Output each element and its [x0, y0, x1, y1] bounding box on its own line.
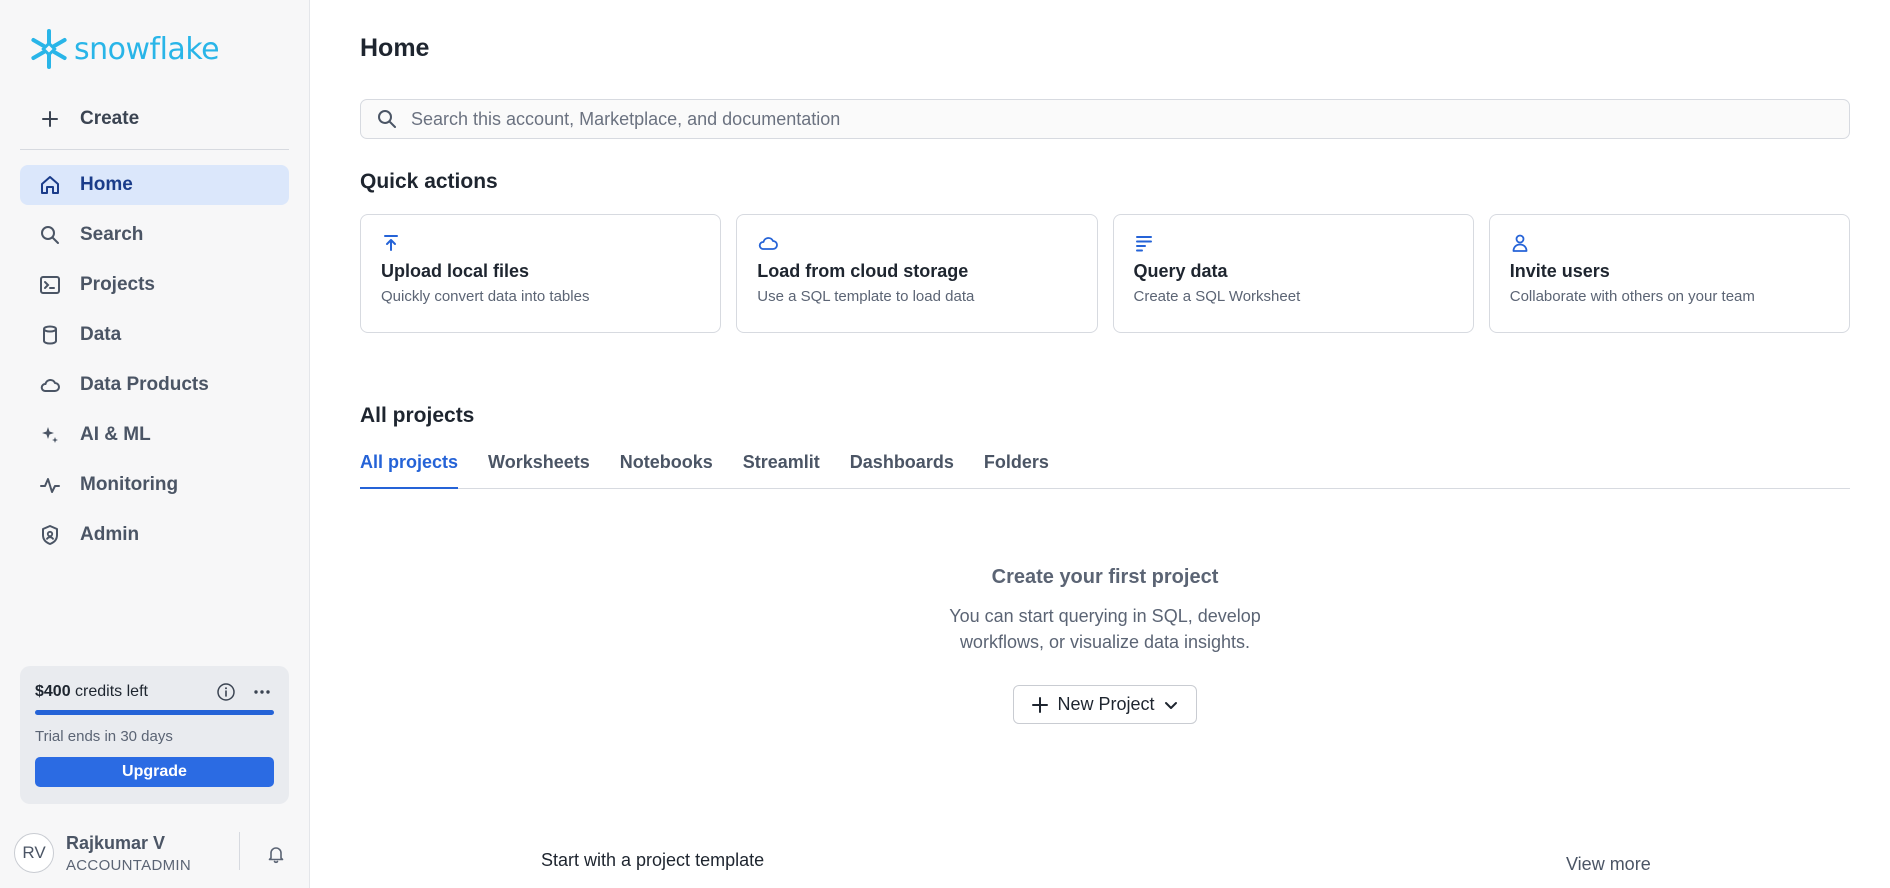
create-label: Create	[80, 108, 140, 129]
database-icon	[38, 323, 62, 347]
quick-action-title: Upload local files	[381, 261, 530, 281]
sidebar-item-label: Data	[80, 324, 122, 345]
page-title: Home	[360, 34, 430, 62]
sidebar: snowflake Create Home Search Projects Da…	[0, 0, 310, 888]
sidebar-item-monitoring[interactable]: Monitoring	[20, 465, 289, 505]
create-button[interactable]: Create	[20, 100, 289, 138]
sparkle-icon	[38, 423, 62, 447]
quick-actions-title: Quick actions	[360, 170, 498, 193]
user-divider	[239, 832, 240, 870]
cloud-icon	[757, 233, 1076, 255]
credits-progress-bar	[35, 710, 274, 715]
view-more-link[interactable]: View more	[1566, 854, 1651, 875]
sidebar-item-projects[interactable]: Projects	[20, 265, 289, 305]
info-icon[interactable]	[214, 680, 238, 704]
quick-action-subtitle: Use a SQL template to load data	[757, 288, 975, 305]
tab-folders[interactable]: Folders	[984, 452, 1049, 489]
bell-icon[interactable]	[264, 842, 288, 866]
quick-actions: Upload local files Quickly convert data …	[360, 214, 1850, 333]
quick-action-subtitle: Collaborate with others on your team	[1509, 288, 1755, 305]
trial-text: Trial ends in 30 days	[35, 728, 173, 745]
upload-icon	[381, 233, 700, 255]
tab-dashboards[interactable]: Dashboards	[850, 452, 954, 489]
project-tabs: All projects Worksheets Notebooks Stream…	[360, 452, 1850, 489]
user-profile: RV Rajkumar V ACCOUNTADMIN	[14, 828, 296, 878]
snowflake-icon	[28, 28, 70, 70]
terminal-icon	[38, 273, 62, 297]
template-section-title: Start with a project template	[541, 850, 765, 870]
quick-action-query-data[interactable]: Query data Create a SQL Worksheet	[1112, 214, 1474, 333]
credits-suffix: credits left	[70, 683, 148, 700]
search-input[interactable]	[411, 108, 1811, 130]
quick-action-title: Query data	[1133, 261, 1228, 281]
sidebar-item-search[interactable]: Search	[20, 215, 289, 255]
quick-action-invite-users[interactable]: Invite users Collaborate with others on …	[1488, 214, 1850, 333]
brand-name: snowflake	[74, 31, 220, 67]
quick-action-cloud-storage[interactable]: Load from cloud storage Use a SQL templa…	[736, 214, 1098, 333]
quick-action-subtitle: Quickly convert data into tables	[381, 288, 590, 305]
new-project-label: New Project	[1057, 694, 1155, 714]
tab-all-projects[interactable]: All projects	[360, 452, 459, 489]
tab-notebooks[interactable]: Notebooks	[620, 452, 713, 489]
quick-action-title: Invite users	[1509, 261, 1610, 281]
lines-icon	[1134, 233, 1453, 255]
search-icon	[38, 223, 62, 247]
plus-icon	[38, 107, 62, 131]
sidebar-divider	[20, 149, 289, 150]
sidebar-item-data[interactable]: Data	[20, 315, 289, 355]
sidebar-item-label: Search	[80, 224, 144, 245]
user-icon	[1510, 233, 1829, 255]
more-options-icon[interactable]	[250, 680, 274, 704]
sidebar-item-label: Monitoring	[80, 474, 179, 495]
cloud-icon	[38, 373, 62, 397]
quick-action-upload[interactable]: Upload local files Quickly convert data …	[360, 214, 722, 333]
sidebar-item-ai-ml[interactable]: AI & ML	[20, 415, 289, 455]
plus-icon	[1031, 696, 1049, 714]
sidebar-item-label: AI & ML	[80, 424, 151, 445]
search-bar[interactable]	[360, 99, 1850, 139]
user-name: Rajkumar V	[66, 832, 166, 853]
home-icon	[38, 173, 62, 197]
sidebar-item-label: Admin	[80, 524, 140, 545]
search-icon	[375, 107, 399, 131]
quick-action-subtitle: Create a SQL Worksheet	[1133, 288, 1301, 305]
empty-state-description: You can start querying in SQL, develop w…	[949, 606, 1261, 652]
empty-state-title: Create your first project	[991, 566, 1219, 588]
main-content: Home Quick actions Upload local files Qu…	[360, 0, 1850, 888]
sidebar-item-admin[interactable]: Admin	[20, 515, 289, 555]
credits-panel: $400 credits left Trial ends in 30 days …	[20, 666, 289, 804]
tab-worksheets[interactable]: Worksheets	[488, 452, 590, 489]
sidebar-item-home[interactable]: Home	[20, 165, 289, 205]
empty-state: Create your first project You can start …	[360, 566, 1850, 724]
sidebar-item-label: Home	[80, 174, 133, 195]
credits-progress-fill	[35, 710, 274, 715]
quick-action-title: Load from cloud storage	[757, 261, 969, 281]
sidebar-nav: Home Search Projects Data Data Products	[20, 165, 289, 565]
sidebar-item-data-products[interactable]: Data Products	[20, 365, 289, 405]
tab-streamlit[interactable]: Streamlit	[743, 452, 820, 489]
upgrade-button[interactable]: Upgrade	[35, 757, 274, 787]
pulse-icon	[38, 473, 62, 497]
user-role: ACCOUNTADMIN	[66, 856, 191, 874]
snowflake-logo[interactable]: snowflake	[28, 28, 220, 70]
sidebar-item-label: Data Products	[80, 374, 209, 395]
shield-icon	[38, 523, 62, 547]
credits-text: $400 credits left	[35, 683, 148, 701]
user-info[interactable]: Rajkumar V ACCOUNTADMIN	[66, 833, 191, 874]
new-project-button[interactable]: New Project	[1013, 685, 1197, 724]
all-projects-title: All projects	[360, 404, 475, 427]
avatar[interactable]: RV	[14, 833, 54, 873]
sidebar-item-label: Projects	[80, 274, 155, 295]
credits-amount: $400	[35, 683, 71, 700]
chevron-down-icon	[1163, 697, 1179, 713]
